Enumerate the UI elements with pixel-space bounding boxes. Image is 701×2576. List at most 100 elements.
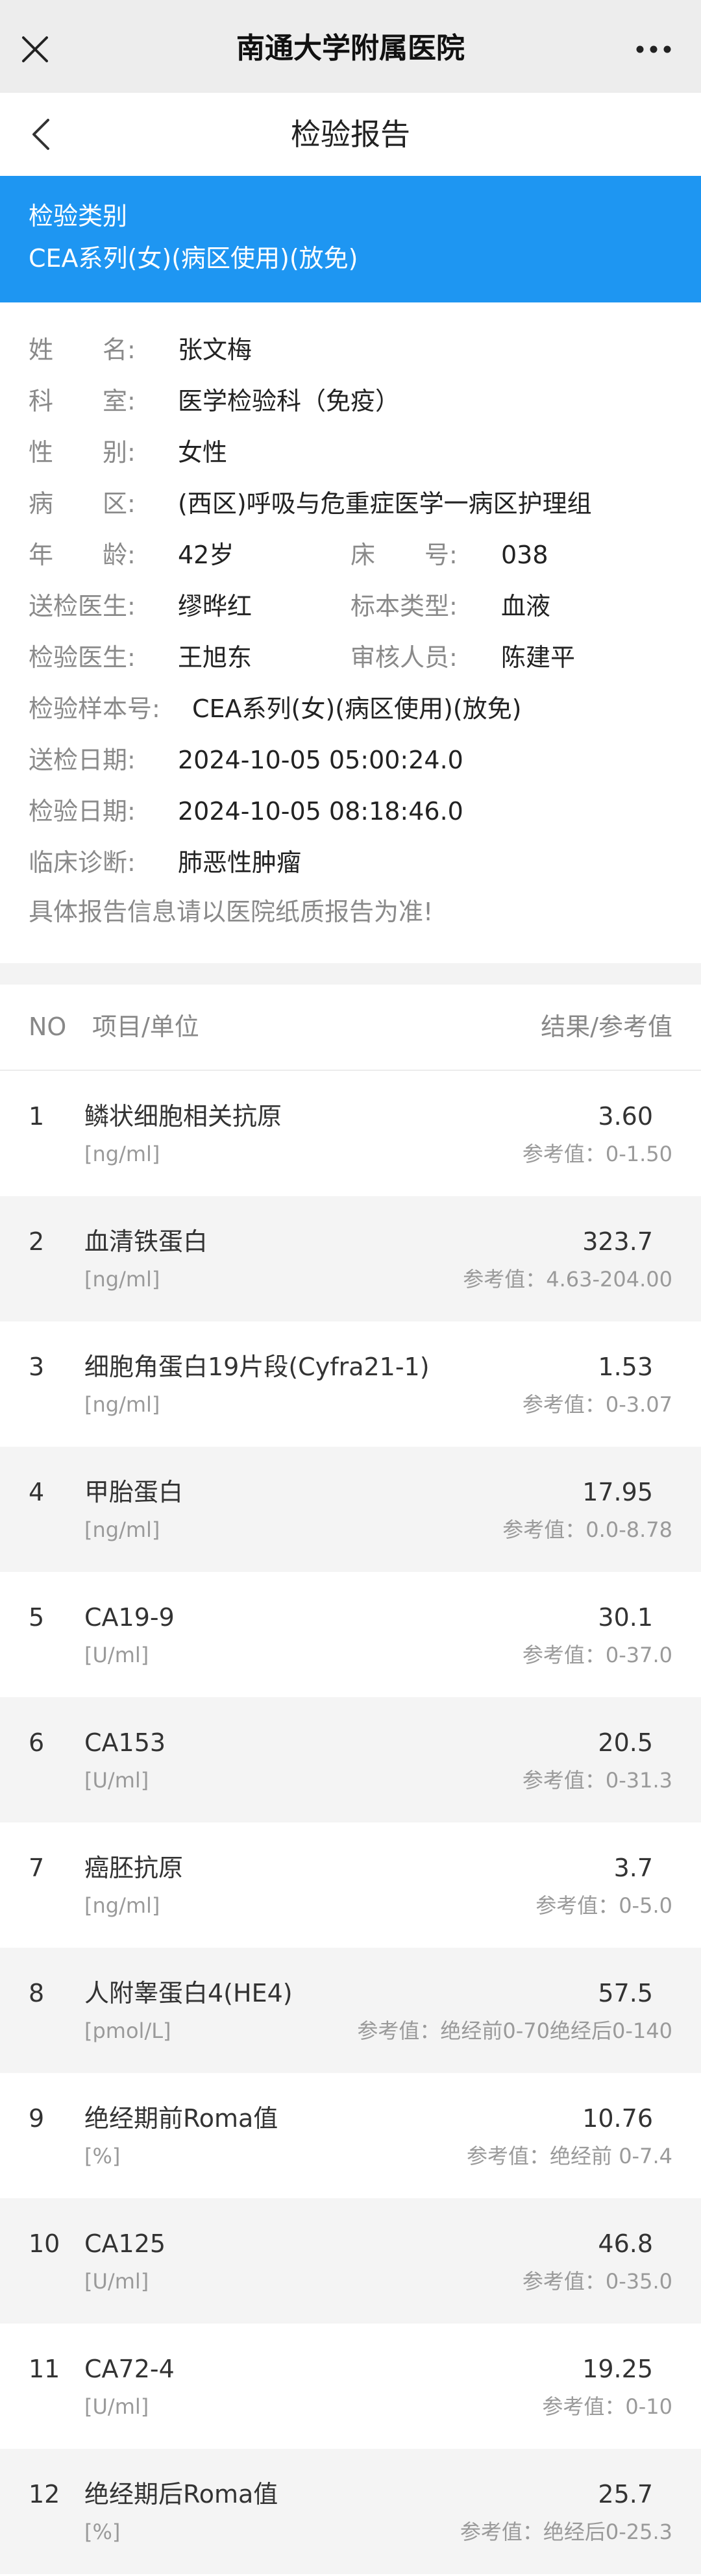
reference-range: 参考值：0.0-8.78 bbox=[502, 1517, 672, 1542]
table-row: 6 CA153 [U/ml] 20.5 参考值：0-31.3 bbox=[0, 1697, 701, 1822]
sender-doctor-value: 缪晔红 bbox=[178, 592, 252, 620]
test-date-value: 2024-10-05 08:18:46.0 bbox=[178, 797, 463, 826]
item-unit: [ng/ml] bbox=[84, 1267, 160, 1292]
diagnosis-value: 肺恶性肿瘤 bbox=[178, 848, 302, 877]
item-name: 癌胚抗原 bbox=[84, 1854, 184, 1882]
table-row: 9 绝经期前Roma值 [%] 10.76 参考值：绝经前 0-7.4 bbox=[0, 2073, 701, 2198]
row-number: 12 bbox=[29, 2480, 60, 2509]
page-nav-bar: 检验报告 bbox=[0, 93, 701, 176]
item-name: CA72-4 bbox=[84, 2355, 175, 2383]
results-table-header: NO 项目/单位 结果/参考值 bbox=[0, 985, 701, 1071]
info-row-test-date: 检验日期: 2024-10-05 08:18:46.0 bbox=[29, 786, 678, 837]
result-value: 17.95 bbox=[582, 1478, 653, 1506]
sender-doctor-label: 送检医生: bbox=[29, 592, 136, 620]
info-row-sender-specimen: 送检医生: 缪晔红 标本类型: 血液 bbox=[29, 581, 678, 632]
row-number: 2 bbox=[29, 1227, 45, 1256]
table-row: 12 绝经期后Roma值 [%] 25.7 参考值：绝经后0-25.3 bbox=[0, 2449, 701, 2574]
app-top-bar: 南通大学附属医院 bbox=[0, 0, 701, 93]
reference-range: 参考值：0-35.0 bbox=[522, 2269, 672, 2294]
result-value: 323.7 bbox=[582, 1227, 653, 1256]
row-number: 10 bbox=[29, 2229, 60, 2258]
gender-value: 女性 bbox=[178, 438, 228, 467]
table-row: 4 甲胎蛋白 [ng/ml] 17.95 参考值：0.0-8.78 bbox=[0, 1447, 701, 1572]
bed-label: 床 号: bbox=[350, 541, 458, 569]
more-options-icon[interactable] bbox=[635, 40, 672, 58]
row-number: 11 bbox=[29, 2355, 60, 2383]
item-name: 细胞角蛋白19片段(Cyfra21-1) bbox=[84, 1353, 430, 1381]
info-row-name: 姓 名: 张文梅 bbox=[29, 325, 678, 376]
specimen-type-label: 标本类型: bbox=[350, 592, 458, 620]
info-row-dept: 科 室: 医学检验科（免疫） bbox=[29, 376, 678, 427]
age-value: 42岁 bbox=[178, 541, 234, 569]
item-name: 绝经期后Roma值 bbox=[84, 2480, 278, 2509]
test-category-label: 检验类别 bbox=[29, 202, 128, 230]
result-value: 3.60 bbox=[598, 1102, 653, 1131]
result-value: 25.7 bbox=[598, 2480, 653, 2509]
reference-range: 参考值：4.63-204.00 bbox=[463, 1267, 672, 1292]
age-label: 年 龄: bbox=[29, 541, 136, 569]
header-item-unit: 项目/单位 bbox=[92, 1012, 199, 1041]
result-value: 3.7 bbox=[613, 1854, 653, 1882]
result-value: 19.25 bbox=[582, 2355, 653, 2383]
info-row-tester-reviewer: 检验医生: 王旭东 审核人员: 陈建平 bbox=[29, 632, 678, 683]
specimen-type-value: 血液 bbox=[501, 592, 551, 620]
row-number: 9 bbox=[29, 2104, 45, 2133]
sample-no-label: 检验样本号: bbox=[29, 694, 160, 723]
reference-range: 参考值：0-31.3 bbox=[522, 1768, 672, 1793]
patient-info-panel: 姓 名: 张文梅 科 室: 医学检验科（免疫） 性 别: 女性 病 区: (西区… bbox=[0, 302, 701, 963]
page-title: 检验报告 bbox=[291, 117, 410, 152]
item-unit: [%] bbox=[84, 2520, 121, 2544]
ward-value: (西区)呼吸与危重症医学一病区护理组 bbox=[178, 489, 592, 518]
test-doctor-label: 检验医生: bbox=[29, 643, 136, 672]
result-value: 20.5 bbox=[598, 1728, 653, 1757]
table-row: 8 人附睾蛋白4(HE4) [pmol/L] 57.5 参考值：绝经前0-70绝经后0-… bbox=[0, 1948, 701, 2073]
row-number: 5 bbox=[29, 1603, 45, 1632]
result-value: 1.53 bbox=[598, 1353, 653, 1381]
item-unit: [U/ml] bbox=[84, 1643, 149, 1667]
table-row: 1 鳞状细胞相关抗原 [ng/ml] 3.60 参考值：0-1.50 bbox=[0, 1071, 701, 1196]
item-name: CA125 bbox=[84, 2229, 166, 2258]
result-value: 57.5 bbox=[598, 1979, 653, 2007]
reference-range: 参考值：0-5.0 bbox=[535, 1893, 672, 1918]
test-category-banner: 检验类别 CEA系列(女)(病区使用)(放免) bbox=[0, 176, 701, 302]
info-row-send-date: 送检日期: 2024-10-05 05:00:24.0 bbox=[29, 735, 678, 786]
item-unit: [pmol/L] bbox=[84, 2018, 171, 2043]
table-row: 5 CA19-9 [U/ml] 30.1 参考值：0-37.0 bbox=[0, 1572, 701, 1697]
item-name: 甲胎蛋白 bbox=[84, 1478, 184, 1506]
item-unit: [ng/ml] bbox=[84, 1142, 160, 1166]
reference-range: 参考值：0-10 bbox=[542, 2394, 672, 2419]
report-disclaimer-note: 具体报告信息请以医院纸质报告为准! bbox=[29, 898, 434, 926]
result-value: 30.1 bbox=[598, 1603, 653, 1632]
table-row: 7 癌胚抗原 [ng/ml] 3.7 参考值：0-5.0 bbox=[0, 1822, 701, 1948]
info-row-diagnosis: 临床诊断: 肺恶性肿瘤 bbox=[29, 837, 678, 889]
header-result-reference: 结果/参考值 bbox=[541, 1012, 672, 1041]
diagnosis-label: 临床诊断: bbox=[29, 848, 136, 877]
info-row-sample-no: 检验样本号: CEA系列(女)(病区使用)(放免) bbox=[29, 683, 678, 735]
gender-label: 性 别: bbox=[29, 438, 136, 467]
item-unit: [ng/ml] bbox=[84, 1392, 160, 1417]
test-date-label: 检验日期: bbox=[29, 797, 136, 826]
item-name: CA19-9 bbox=[84, 1603, 175, 1632]
test-doctor-value: 王旭东 bbox=[178, 643, 252, 672]
dept-label: 科 室: bbox=[29, 387, 136, 415]
result-value: 46.8 bbox=[598, 2229, 653, 2258]
sample-no-value: CEA系列(女)(病区使用)(放免) bbox=[192, 694, 522, 723]
reference-range: 参考值：绝经前0-70绝经后0-140 bbox=[357, 2018, 672, 2043]
send-date-label: 送检日期: bbox=[29, 746, 136, 774]
header-no: NO bbox=[29, 1012, 67, 1041]
app-title: 南通大学附属医院 bbox=[236, 32, 465, 65]
result-value: 10.76 bbox=[582, 2104, 653, 2133]
item-unit: [U/ml] bbox=[84, 1768, 149, 1793]
table-row: 3 细胞角蛋白19片段(Cyfra21-1) [ng/ml] 1.53 参考值：0-3.… bbox=[0, 1321, 701, 1447]
reviewer-value: 陈建平 bbox=[501, 643, 576, 672]
item-name: 绝经期前Roma值 bbox=[84, 2104, 278, 2133]
reference-range: 参考值：绝经前 0-7.4 bbox=[467, 2144, 672, 2168]
reference-range: 参考值：0-3.07 bbox=[522, 1392, 672, 1417]
name-label: 姓 名: bbox=[29, 336, 136, 364]
dept-value: 医学检验科（免疫） bbox=[178, 387, 400, 415]
name-value: 张文梅 bbox=[178, 336, 252, 364]
row-number: 6 bbox=[29, 1728, 45, 1757]
item-name: CA153 bbox=[84, 1728, 166, 1757]
test-category-value: CEA系列(女)(病区使用)(放免) bbox=[29, 244, 358, 273]
row-number: 3 bbox=[29, 1353, 45, 1381]
